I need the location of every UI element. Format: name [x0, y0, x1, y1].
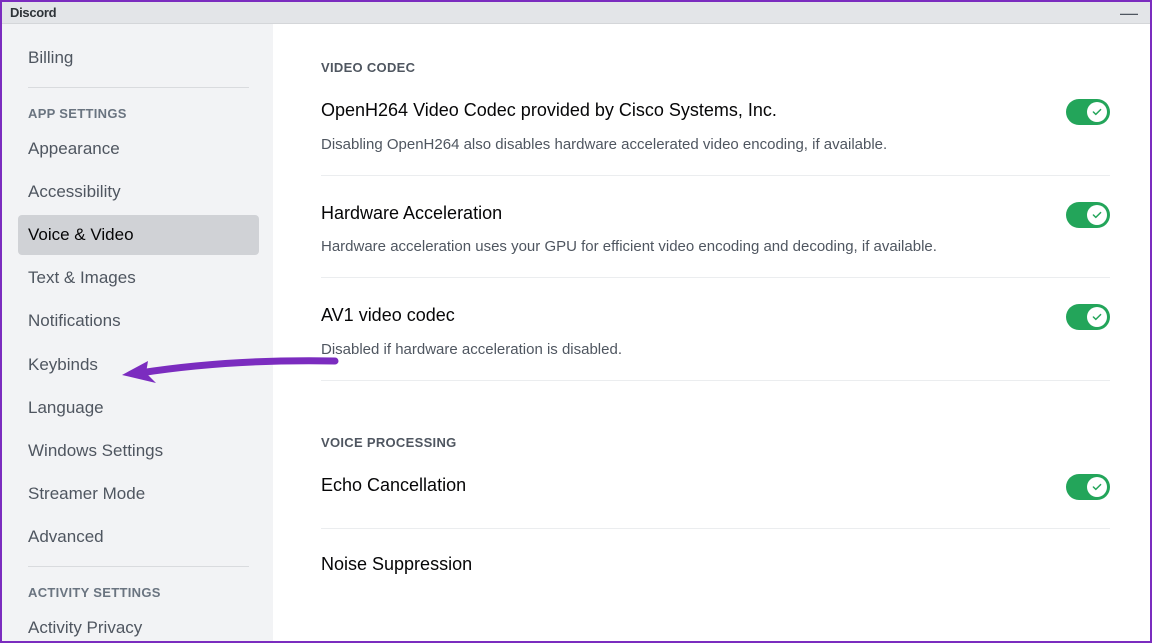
- minimize-icon[interactable]: —: [1120, 8, 1142, 18]
- setting-title: Echo Cancellation: [321, 474, 1046, 497]
- section-header-voice-processing: VOICE PROCESSING: [321, 435, 1110, 450]
- settings-content: VIDEO CODEC OpenH264 Video Codec provide…: [273, 24, 1150, 641]
- toggle-openh264[interactable]: [1066, 99, 1110, 125]
- titlebar: Discord —: [2, 2, 1150, 24]
- toggle-av1[interactable]: [1066, 304, 1110, 330]
- check-icon: [1091, 481, 1103, 493]
- setting-desc: Disabled if hardware acceleration is dis…: [321, 339, 1046, 360]
- sidebar-divider: [28, 87, 249, 88]
- sidebar-item-advanced[interactable]: Advanced: [18, 517, 259, 557]
- toggle-hardware-acceleration[interactable]: [1066, 202, 1110, 228]
- app-body: Billing APP SETTINGS Appearance Accessib…: [2, 24, 1150, 641]
- setting-openh264: OpenH264 Video Codec provided by Cisco S…: [321, 99, 1110, 155]
- sidebar-item-keybinds[interactable]: Keybinds: [18, 345, 259, 385]
- sidebar-item-billing[interactable]: Billing: [18, 38, 259, 78]
- setting-noise-suppression: Noise Suppression: [321, 553, 1110, 588]
- toggle-thumb: [1087, 307, 1107, 327]
- check-icon: [1091, 209, 1103, 221]
- sidebar-item-accessibility[interactable]: Accessibility: [18, 172, 259, 212]
- content-divider: [321, 175, 1110, 176]
- sidebar-category-app-settings: APP SETTINGS: [18, 100, 259, 129]
- toggle-thumb: [1087, 205, 1107, 225]
- content-divider: [321, 380, 1110, 381]
- sidebar-divider: [28, 566, 249, 567]
- content-divider: [321, 277, 1110, 278]
- toggle-thumb: [1087, 102, 1107, 122]
- sidebar-item-streamer-mode[interactable]: Streamer Mode: [18, 474, 259, 514]
- check-icon: [1091, 106, 1103, 118]
- sidebar-item-activity-privacy[interactable]: Activity Privacy: [18, 608, 259, 641]
- setting-title: OpenH264 Video Codec provided by Cisco S…: [321, 99, 1046, 122]
- sidebar-item-text-images[interactable]: Text & Images: [18, 258, 259, 298]
- setting-desc: Disabling OpenH264 also disables hardwar…: [321, 134, 1046, 155]
- setting-hardware-acceleration: Hardware Acceleration Hardware accelerat…: [321, 202, 1110, 258]
- sidebar-item-windows-settings[interactable]: Windows Settings: [18, 431, 259, 471]
- setting-av1: AV1 video codec Disabled if hardware acc…: [321, 304, 1110, 360]
- setting-echo-cancellation: Echo Cancellation: [321, 474, 1110, 509]
- sidebar-item-appearance[interactable]: Appearance: [18, 129, 259, 169]
- sidebar-item-language[interactable]: Language: [18, 388, 259, 428]
- content-divider: [321, 528, 1110, 529]
- setting-desc: Hardware acceleration uses your GPU for …: [321, 236, 1046, 257]
- setting-title: Hardware Acceleration: [321, 202, 1046, 225]
- sidebar-item-notifications[interactable]: Notifications: [18, 301, 259, 341]
- setting-title: Noise Suppression: [321, 553, 1090, 576]
- sidebar-item-voice-video[interactable]: Voice & Video: [18, 215, 259, 255]
- section-header-video-codec: VIDEO CODEC: [321, 60, 1110, 75]
- app-name: Discord: [10, 5, 56, 20]
- settings-sidebar: Billing APP SETTINGS Appearance Accessib…: [2, 24, 273, 641]
- setting-title: AV1 video codec: [321, 304, 1046, 327]
- sidebar-category-activity-settings: ACTIVITY SETTINGS: [18, 579, 259, 608]
- check-icon: [1091, 311, 1103, 323]
- toggle-thumb: [1087, 477, 1107, 497]
- toggle-echo-cancellation[interactable]: [1066, 474, 1110, 500]
